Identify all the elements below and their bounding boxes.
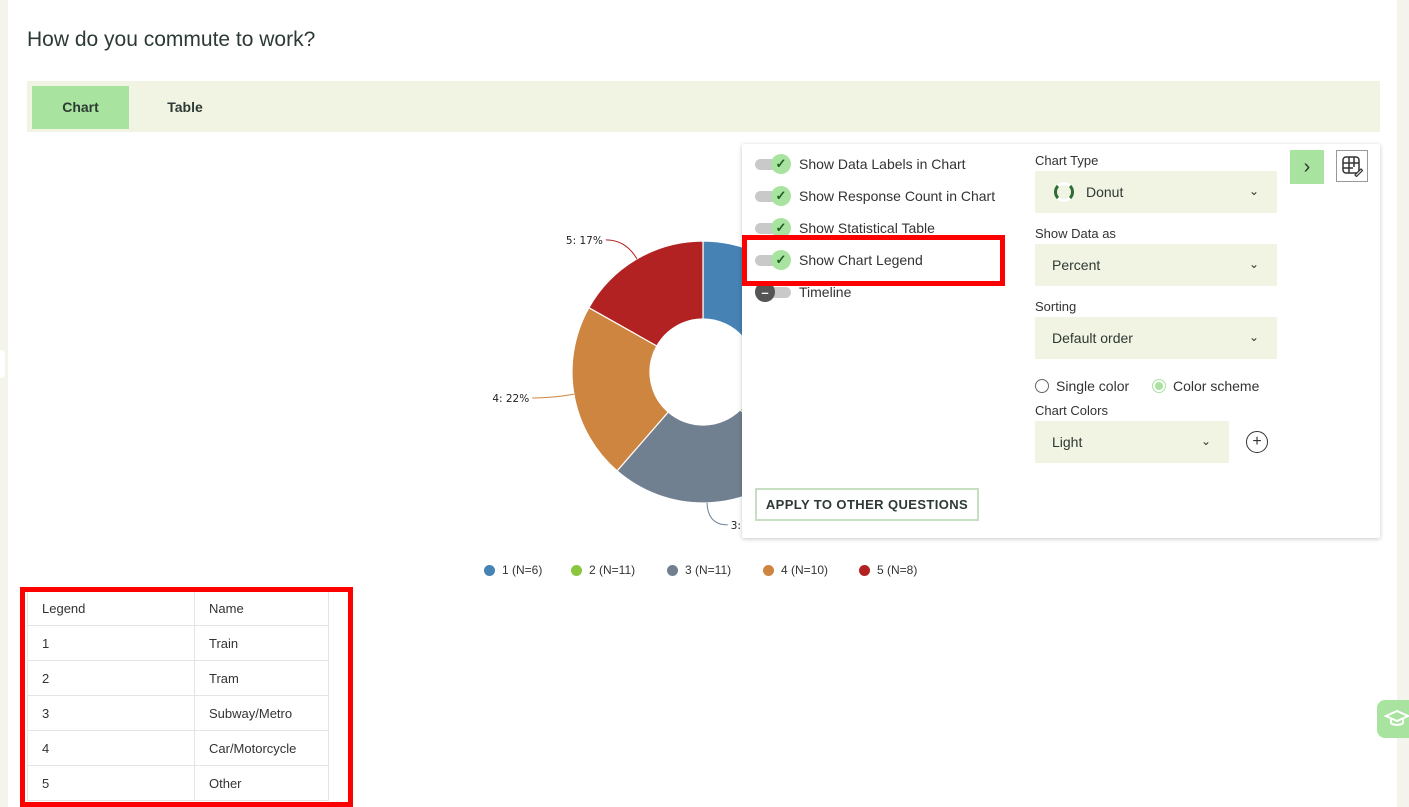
graduation-cap-icon	[1384, 709, 1409, 726]
edit-table-button[interactable]	[1336, 150, 1368, 182]
option-label: Show Statistical Table	[799, 220, 935, 236]
table-cell: 1	[27, 625, 195, 661]
apply-to-other-questions-button[interactable]: APPLY TO OTHER QUESTIONS	[755, 488, 979, 521]
legend-dot-icon	[667, 564, 678, 576]
chart-type-value: Donut	[1086, 184, 1124, 200]
option-label: Show Chart Legend	[799, 252, 923, 268]
option-show-data-labels[interactable]: ✓ Show Data Labels in Chart	[755, 154, 966, 174]
sorting-value: Default order	[1052, 330, 1133, 346]
table-row: 1 Train	[27, 625, 329, 661]
legend-item-5[interactable]: 5 (N=8)	[859, 561, 917, 579]
table-cell: Other	[194, 765, 329, 801]
option-timeline[interactable]: – Timeline	[755, 282, 851, 302]
option-show-chart-legend[interactable]: ✓ Show Chart Legend	[755, 250, 923, 270]
radio-color-scheme[interactable]: Color scheme	[1152, 376, 1259, 396]
legend-label: 1 (N=6)	[502, 563, 543, 577]
radio-label: Color scheme	[1173, 378, 1260, 394]
table-header: Legend	[27, 591, 195, 626]
option-show-response-count[interactable]: ✓ Show Response Count in Chart	[755, 186, 995, 206]
tab-table[interactable]: Table	[145, 86, 225, 129]
check-icon: ✓	[771, 186, 791, 206]
legend-label: 2 (N=11)	[589, 563, 636, 577]
check-icon: ✓	[771, 250, 791, 270]
radio-label: Single color	[1056, 378, 1130, 394]
table-cell: Tram	[194, 660, 329, 696]
chevron-down-icon: ⌄	[1248, 184, 1259, 198]
chart-colors-select[interactable]: Light ⌄	[1035, 421, 1229, 463]
chart-colors-label: Chart Colors	[1035, 403, 1108, 418]
chevron-down-icon: ⌄	[1248, 330, 1259, 344]
table-cell: 5	[27, 765, 195, 801]
table-cell: 2	[27, 660, 195, 696]
sorting-label: Sorting	[1035, 299, 1077, 314]
toggle-switch[interactable]: ✓	[755, 250, 791, 270]
legend-item-3[interactable]: 3 (N=11)	[667, 561, 731, 579]
legend-item-2[interactable]: 2 (N=11)	[571, 561, 635, 579]
legend-item-1[interactable]: 1 (N=6)	[484, 561, 542, 579]
option-label: Timeline	[799, 284, 852, 300]
table-header: Name	[194, 591, 329, 626]
radio-button[interactable]	[1035, 379, 1049, 393]
toggle-switch[interactable]: –	[755, 282, 791, 302]
legend-dot-icon	[571, 564, 582, 576]
collapse-panel-button[interactable]: ›	[1290, 150, 1324, 184]
check-icon: ✓	[771, 218, 791, 238]
show-data-as-select[interactable]: Percent ⌄	[1035, 244, 1277, 286]
table-edit-icon	[1342, 156, 1363, 177]
show-data-as-label: Show Data as	[1035, 226, 1116, 241]
donut-icon	[1054, 182, 1074, 202]
toggle-switch[interactable]: ✓	[755, 186, 791, 206]
minus-icon: –	[755, 282, 775, 302]
help-tab[interactable]	[1377, 700, 1409, 738]
toggle-switch[interactable]: ✓	[755, 154, 791, 174]
add-color-scheme-button[interactable]: +	[1246, 431, 1268, 453]
left-edge-handle	[0, 350, 5, 378]
toggle-switch[interactable]: ✓	[755, 218, 791, 238]
chart-type-select[interactable]: Donut ⌄	[1035, 171, 1277, 213]
option-label: Show Response Count in Chart	[799, 188, 996, 204]
check-icon: ✓	[771, 154, 791, 174]
table-row: 2 Tram	[27, 660, 329, 696]
table-cell: 3	[27, 695, 195, 731]
sorting-select[interactable]: Default order ⌄	[1035, 317, 1277, 359]
chevron-right-icon: ›	[1303, 155, 1311, 178]
table-cell: 4	[27, 730, 195, 766]
legend-item-4[interactable]: 4 (N=10)	[763, 561, 828, 579]
view-tabbar: Chart Table	[27, 81, 1380, 132]
option-label: Show Data Labels in Chart	[799, 156, 966, 172]
legend-dot-icon	[859, 564, 870, 576]
radio-single-color[interactable]: Single color	[1035, 376, 1129, 396]
chevron-down-icon: ⌄	[1200, 434, 1211, 448]
legend-table: Legend Name 1 Train 2 Tram 3 Subway/Metro 4…	[27, 591, 329, 801]
chart-colors-value: Light	[1052, 434, 1083, 450]
table-row: 3 Subway/Metro	[27, 695, 329, 731]
legend-dot-icon	[763, 564, 774, 576]
table-cell: Car/Motorcycle	[194, 730, 329, 766]
question-title: How do you commute to work?	[27, 28, 316, 51]
table-row: 5 Other	[27, 765, 329, 801]
table-cell: Train	[194, 625, 329, 661]
chart-type-label: Chart Type	[1035, 153, 1099, 168]
show-data-as-value: Percent	[1052, 257, 1101, 273]
radio-button[interactable]	[1152, 379, 1166, 393]
option-show-statistical-table[interactable]: ✓ Show Statistical Table	[755, 218, 935, 238]
chevron-down-icon: ⌄	[1248, 257, 1259, 271]
legend-dot-icon	[484, 564, 495, 576]
tab-chart[interactable]: Chart	[32, 86, 129, 129]
chart-settings-panel: ✓ Show Data Labels in Chart ✓ Show Respo…	[742, 144, 1380, 538]
legend-label: 3 (N=11)	[685, 563, 732, 577]
table-row: 4 Car/Motorcycle	[27, 730, 329, 766]
table-header-row: Legend Name	[27, 591, 329, 626]
legend-label: 5 (N=8)	[877, 563, 918, 577]
table-cell: Subway/Metro	[194, 695, 329, 731]
legend-label: 4 (N=10)	[781, 563, 829, 577]
